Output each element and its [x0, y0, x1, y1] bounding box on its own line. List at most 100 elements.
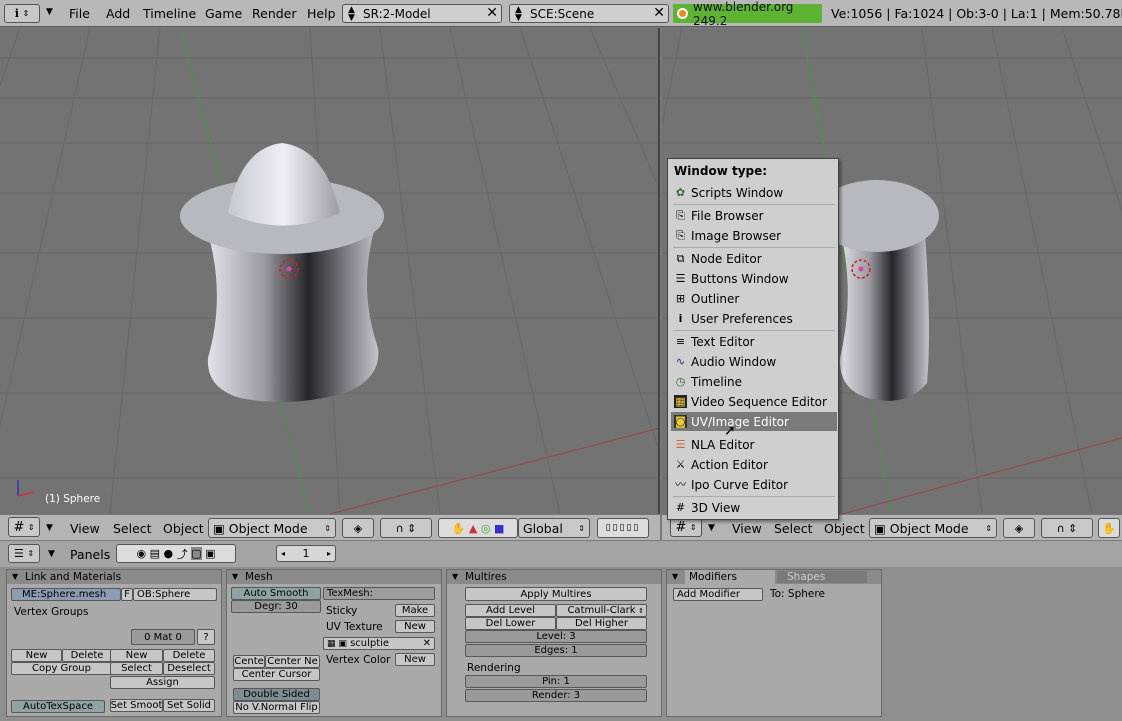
- panel-title[interactable]: Link and Materials: [7, 570, 221, 584]
- fake-user-button[interactable]: F: [121, 588, 133, 601]
- draw-type-button[interactable]: ◈: [1003, 518, 1035, 538]
- del-higher-button[interactable]: Del Higher: [556, 617, 647, 630]
- collapse-menu-icon[interactable]: ▼: [48, 549, 55, 559]
- grid-icon: #: [675, 501, 686, 514]
- menu-item-image-browser[interactable]: ⎘ Image Browser: [671, 226, 837, 245]
- menu-item-text-editor[interactable]: ≡ Text Editor: [671, 332, 837, 351]
- center-cursor-button[interactable]: Center Cursor: [233, 668, 320, 681]
- subdivision-type-select[interactable]: Catmull-Clark ⇕: [556, 604, 647, 617]
- menu-item-nla-editor[interactable]: ☰ NLA Editor: [671, 435, 837, 454]
- menu-view[interactable]: View: [732, 521, 762, 536]
- delete-screen-icon[interactable]: ✕: [486, 5, 498, 21]
- window-type-button[interactable]: # ⇕: [670, 517, 702, 537]
- edges-field[interactable]: Edges: 1: [465, 644, 647, 657]
- tab-modifiers[interactable]: Modifiers: [685, 570, 775, 584]
- texmesh-field[interactable]: TexMesh:: [323, 587, 435, 600]
- window-type-button[interactable]: i ⇕: [4, 4, 40, 23]
- vgroup-delete-button[interactable]: Delete: [62, 649, 112, 662]
- hand-button[interactable]: ✋: [1098, 518, 1120, 538]
- menu-timeline[interactable]: Timeline: [143, 6, 196, 21]
- material-new-button[interactable]: New: [110, 649, 163, 662]
- sticky-make-button[interactable]: Make: [395, 604, 435, 617]
- screen-selector[interactable]: ▲ ▼ SR:2-Model ✕: [342, 4, 502, 23]
- window-type-button[interactable]: ☰ ⇕: [8, 544, 40, 563]
- menu-help[interactable]: Help: [307, 6, 336, 21]
- double-sided-toggle[interactable]: Double Sided: [233, 688, 320, 701]
- apply-multires-button[interactable]: Apply Multires: [465, 587, 647, 601]
- smooth-degree-field[interactable]: Degr: 30: [231, 600, 321, 613]
- collapse-menu-icon[interactable]: ▼: [46, 523, 53, 533]
- object-name-field[interactable]: OB:Sphere: [133, 588, 217, 601]
- menu-item-buttons-window[interactable]: ☰ Buttons Window: [671, 269, 837, 288]
- panel-title[interactable]: Mesh: [227, 570, 441, 584]
- menu-item-audio-window[interactable]: ∿ Audio Window: [671, 352, 837, 371]
- frame-counter[interactable]: ◂ 1 ▸: [276, 545, 336, 562]
- menu-item-scripts[interactable]: ✿ Scripts Window: [671, 183, 837, 202]
- mesh-datablock-field[interactable]: ME:Sphere.mesh: [11, 588, 121, 601]
- menu-file[interactable]: File: [69, 6, 90, 21]
- tab-shapes[interactable]: Shapes: [777, 571, 867, 583]
- set-solid-button[interactable]: Set Solid: [163, 699, 215, 712]
- manipulator-buttons[interactable]: ✋ ▲ ◎ ■: [438, 518, 518, 538]
- mode-select[interactable]: ▣ Object Mode ⇕: [869, 518, 997, 538]
- render-level-field[interactable]: Render: 3: [465, 689, 647, 702]
- centre-button[interactable]: Cente: [233, 655, 265, 668]
- menu-object[interactable]: Object: [163, 521, 204, 536]
- menu-item-ipo-curve-editor[interactable]: 〰 Ipo Curve Editor: [671, 475, 837, 494]
- vgroup-new-button[interactable]: New: [11, 649, 62, 662]
- level-field[interactable]: Level: 3: [465, 630, 647, 643]
- material-help-button[interactable]: ?: [197, 629, 215, 645]
- no-vnormal-flip-toggle[interactable]: No V.Normal Flip: [233, 701, 320, 714]
- menu-select[interactable]: Select: [774, 521, 813, 536]
- vertex-color-new-button[interactable]: New: [395, 653, 435, 666]
- menu-game[interactable]: Game: [205, 6, 242, 21]
- auto-smooth-toggle[interactable]: Auto Smooth: [231, 587, 321, 600]
- add-level-button[interactable]: Add Level: [465, 604, 556, 617]
- left-3d-viewport[interactable]: (1) Sphere: [0, 28, 660, 514]
- menu-item-node-editor[interactable]: ⧉ Node Editor: [671, 249, 837, 268]
- set-smooth-button[interactable]: Set Smoot: [110, 699, 163, 712]
- delete-scene-icon[interactable]: ✕: [653, 5, 665, 21]
- centre-new-button[interactable]: Center Ne: [265, 655, 320, 668]
- collapse-menu-icon[interactable]: ▼: [708, 523, 715, 533]
- del-lower-button[interactable]: Del Lower: [465, 617, 556, 630]
- context-buttons[interactable]: ◉ ▤ ● ⤴ ▢ ▣: [116, 544, 236, 563]
- menu-view[interactable]: View: [70, 521, 100, 536]
- menu-item-user-preferences[interactable]: i User Preferences: [671, 309, 837, 328]
- menu-item-video-sequence-editor[interactable]: ▦ Video Sequence Editor: [671, 392, 837, 411]
- collapse-menu-icon[interactable]: ▼: [46, 7, 53, 17]
- pivot-button[interactable]: ∩ ⇕: [1041, 518, 1093, 538]
- menu-item-uv-image-editor[interactable]: ◙ UV/Image Editor: [671, 412, 837, 431]
- panel-title[interactable]: Multires: [447, 570, 661, 584]
- remove-icon[interactable]: ✕: [423, 638, 431, 649]
- scene-selector[interactable]: ▲ ▼ SCE:Scene ✕: [509, 4, 669, 23]
- add-modifier-button[interactable]: Add Modifier: [673, 588, 763, 601]
- layer-buttons[interactable]: ▯▯▯▯▯: [597, 518, 649, 538]
- menu-item-outliner[interactable]: ⊞ Outliner: [671, 289, 837, 308]
- menu-select[interactable]: Select: [113, 521, 152, 536]
- menu-add[interactable]: Add: [106, 6, 130, 21]
- mode-select[interactable]: ▣ Object Mode ⇕: [208, 518, 336, 538]
- blender-url[interactable]: www.blender.org 249.2: [673, 0, 822, 28]
- material-assign-button[interactable]: Assign: [110, 676, 215, 689]
- menu-object[interactable]: Object: [824, 521, 865, 536]
- uv-layer-item[interactable]: ▦ ▣ sculptie ✕: [323, 637, 435, 650]
- material-deselect-button[interactable]: Deselect: [163, 662, 215, 675]
- uv-texture-new-button[interactable]: New: [395, 620, 435, 633]
- copy-group-button[interactable]: Copy Group: [11, 662, 112, 675]
- autotexspace-toggle[interactable]: AutoTexSpace: [11, 700, 105, 713]
- pin-field[interactable]: Pin: 1: [465, 675, 647, 688]
- menu-render[interactable]: Render: [252, 6, 297, 21]
- material-index[interactable]: 0 Mat 0: [131, 629, 195, 645]
- menu-item-file-browser[interactable]: ⎘ File Browser: [671, 206, 837, 225]
- menu-item-3d-view[interactable]: #3D View: [671, 498, 837, 517]
- window-type-button[interactable]: # ⇕: [8, 517, 40, 537]
- menu-item-timeline[interactable]: ◷ Timeline: [671, 372, 837, 391]
- film-strip-icon: ▦: [674, 395, 687, 408]
- draw-type-button[interactable]: ◈: [342, 518, 374, 538]
- orientation-select[interactable]: Global ⇕: [518, 518, 590, 538]
- material-delete-button[interactable]: Delete: [163, 649, 215, 662]
- pivot-button[interactable]: ∩ ⇕: [380, 518, 432, 538]
- menu-item-action-editor[interactable]: ⚔ Action Editor: [671, 455, 837, 474]
- material-select-button[interactable]: Select: [110, 662, 163, 675]
